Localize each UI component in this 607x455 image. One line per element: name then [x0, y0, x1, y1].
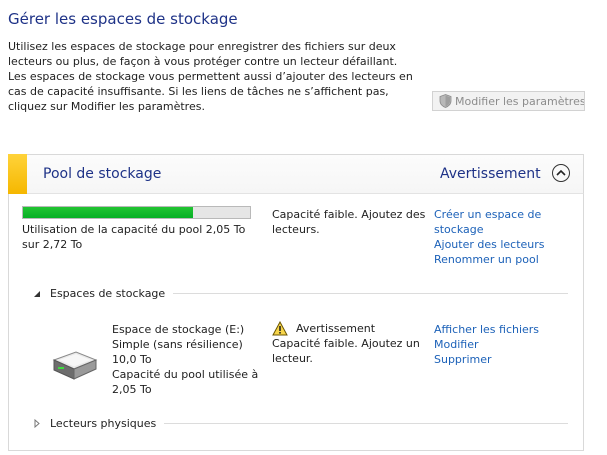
physical-drives-section-header[interactable]: Lecteurs physiques — [33, 417, 568, 430]
rename-pool-link[interactable]: Renommer un pool — [434, 252, 574, 267]
storage-space-info: Espace de stockage (E:) Simple (sans rés… — [112, 322, 262, 397]
create-storage-space-link[interactable]: Créer un espace de stockage — [434, 207, 574, 237]
expand-triangle-icon — [34, 290, 40, 297]
page-title: Gérer les espaces de stockage — [8, 10, 238, 28]
modify-link[interactable]: Modifier — [434, 337, 574, 352]
uac-shield-icon — [439, 94, 452, 108]
pool-usage-fill — [23, 207, 194, 218]
storage-space-size: 10,0 To — [112, 353, 152, 366]
drive-icon — [52, 351, 98, 380]
view-files-link[interactable]: Afficher les fichiers — [434, 322, 574, 337]
pool-usage-progress — [22, 206, 251, 219]
storage-pool-panel — [8, 154, 584, 451]
intro-text: Utilisez les espaces de stockage pour en… — [8, 40, 413, 113]
pool-usage-text: Utilisation de la capacité du pool 2,05 … — [22, 223, 246, 251]
physical-drives-label: Lecteurs physiques — [50, 417, 157, 430]
delete-link[interactable]: Supprimer — [434, 352, 574, 367]
pool-status: Avertissement — [440, 166, 541, 182]
warning-accent-bar — [8, 154, 27, 194]
collapse-button[interactable] — [552, 164, 570, 182]
storage-space-status: Avertissement Capacité faible. Ajoutez u… — [272, 321, 422, 366]
storage-space-type: Simple (sans résilience) — [112, 338, 243, 351]
storage-space-task-links: Afficher les fichiers Modifier Supprimer — [434, 322, 574, 367]
add-drives-link[interactable]: Ajouter des lecteurs — [434, 237, 574, 252]
pool-title: Pool de stockage — [43, 166, 162, 182]
pool-task-links: Créer un espace de stockage Ajouter des … — [434, 207, 574, 267]
storage-space-status-text: Capacité faible. Ajoutez un lecteur. — [272, 337, 420, 365]
modify-settings-button[interactable]: Modifier les paramètres — [432, 91, 585, 111]
storage-spaces-label: Espaces de stockage — [50, 287, 166, 300]
pool-capacity-warning: Capacité faible. Ajoutez des lecteurs. — [272, 208, 426, 236]
storage-space-pool-usage: Capacité du pool utilisée à 2,05 To — [112, 368, 259, 396]
storage-space-status-title: Avertissement — [296, 322, 376, 335]
collapsed-triangle-icon — [34, 419, 40, 428]
warning-icon — [272, 321, 288, 336]
storage-spaces-section-header[interactable]: Espaces de stockage — [33, 287, 568, 300]
modify-settings-label: Modifier les paramètres — [455, 94, 585, 108]
storage-space-name: Espace de stockage (E:) — [112, 323, 245, 336]
section-divider — [173, 293, 568, 294]
section-divider — [164, 423, 568, 424]
collapse-chevron-up-icon — [556, 169, 566, 176]
